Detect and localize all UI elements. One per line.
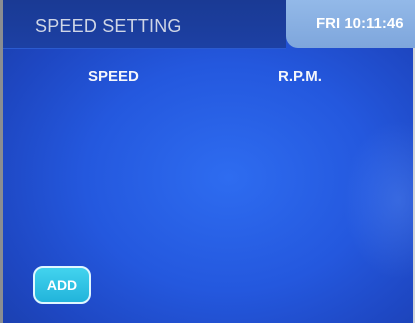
screen-glare [343,120,413,280]
column-header-speed: SPEED [88,68,139,85]
column-header-rpm: R.P.M. [278,68,322,85]
clock-tab: FRI 10:11:46 [286,0,415,48]
clock-display: FRI 10:11:46 [316,15,404,32]
speed-setting-screen: SPEED SETTING FRI 10:11:46 SPEED R.P.M. … [0,0,415,323]
add-button[interactable]: ADD [33,266,91,304]
page-title: SPEED SETTING [35,16,182,36]
header-bar: SPEED SETTING [3,0,286,49]
